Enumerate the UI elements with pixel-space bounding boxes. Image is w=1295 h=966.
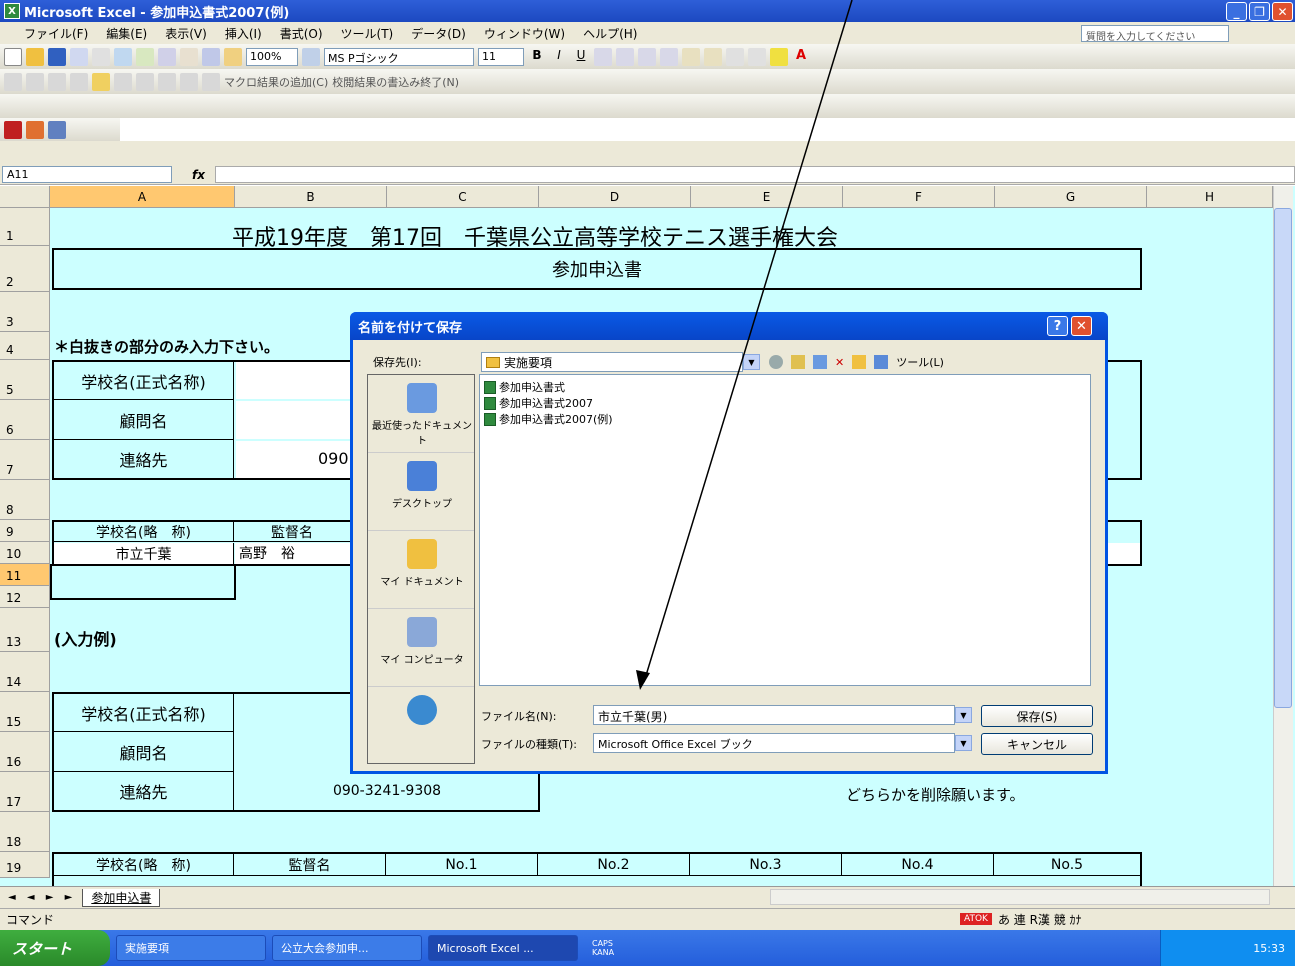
annotation-arrow [636,0,853,690]
